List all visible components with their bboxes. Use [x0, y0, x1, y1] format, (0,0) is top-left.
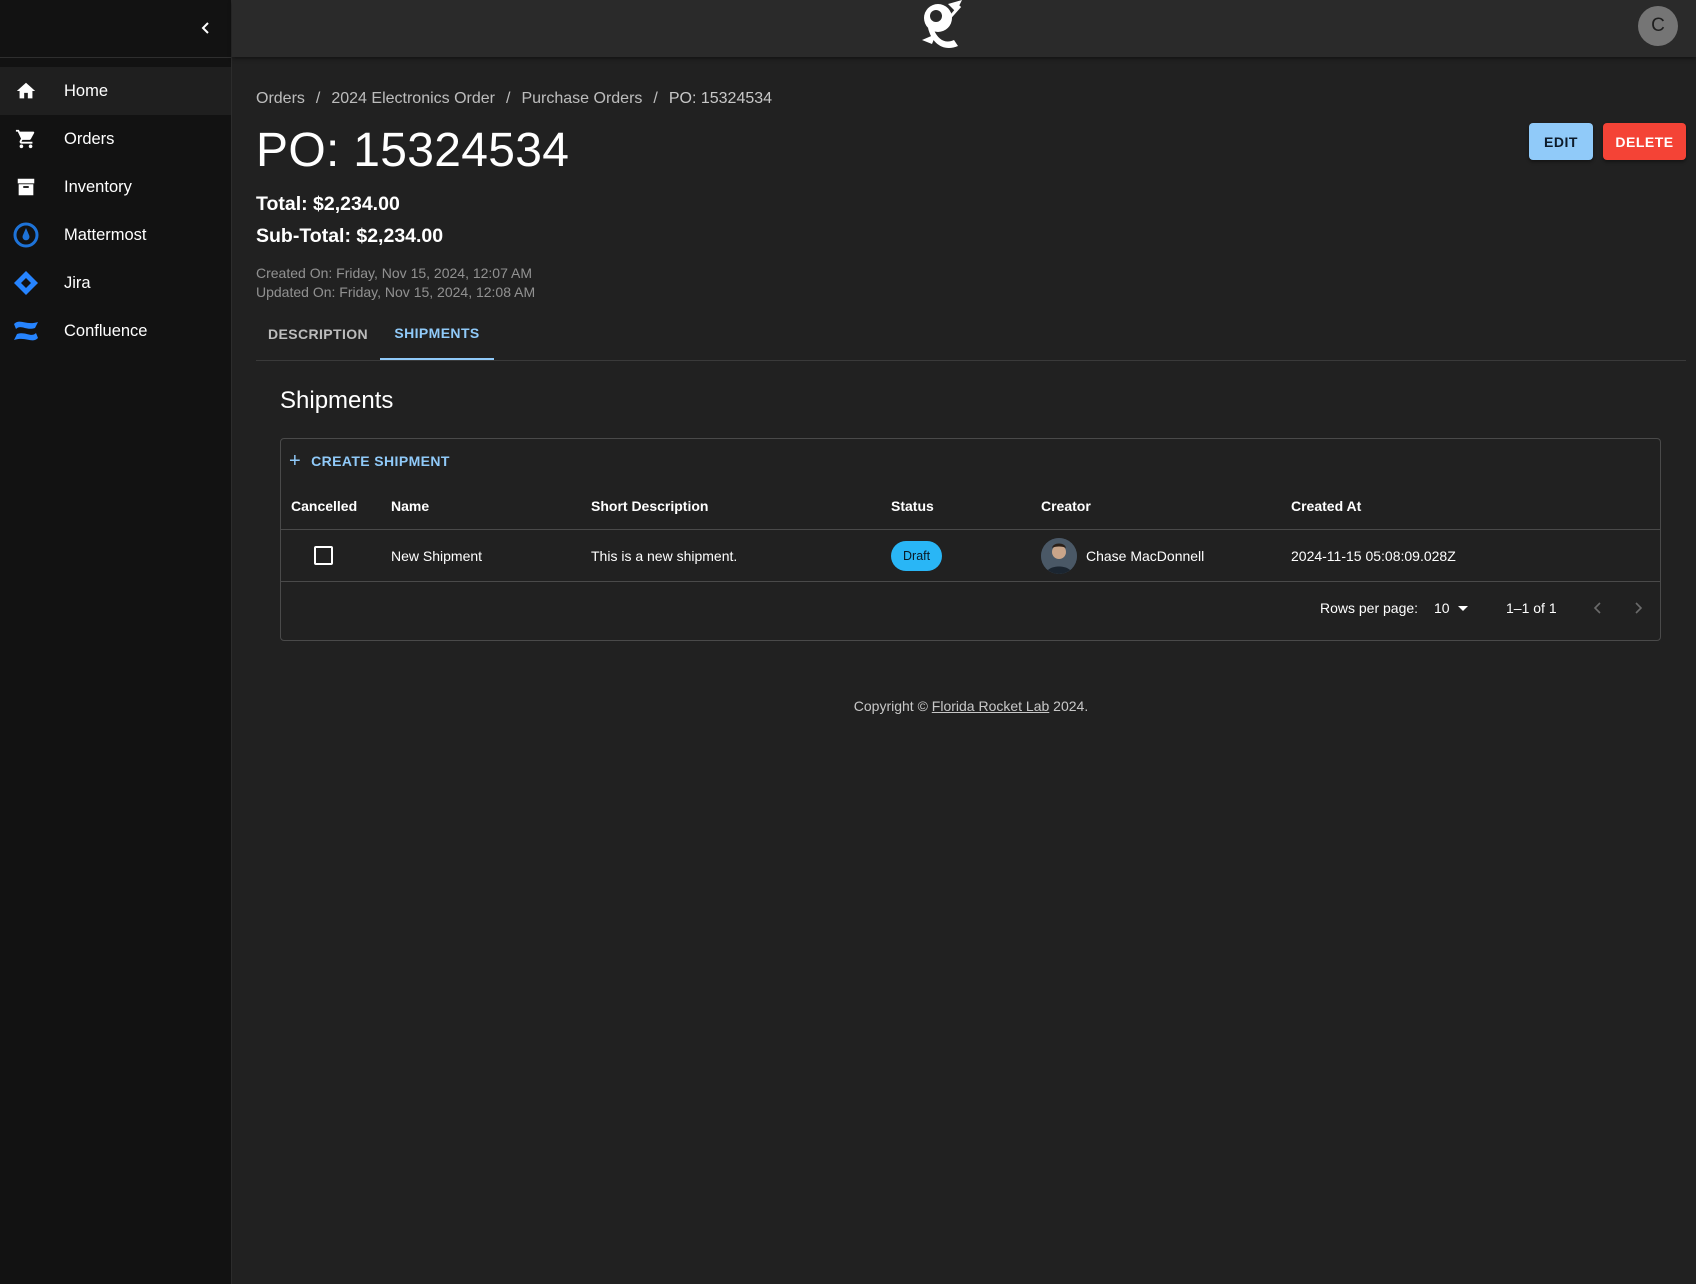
archive-icon	[6, 172, 46, 202]
breadcrumb-order[interactable]: 2024 Electronics Order	[331, 90, 495, 107]
breadcrumb-separator: /	[506, 90, 511, 107]
delete-button[interactable]: DELETE	[1603, 123, 1686, 160]
shipments-table: + CREATE SHIPMENT Cancelled Name Short D…	[280, 438, 1661, 641]
creator-name: Chase MacDonnell	[1086, 547, 1205, 564]
edit-button[interactable]: EDIT	[1529, 123, 1593, 160]
tab-shipments[interactable]: SHIPMENTS	[380, 308, 494, 360]
creator-cell: Chase MacDonnell	[1041, 530, 1204, 581]
collapse-sidebar-button[interactable]	[190, 12, 222, 44]
copyright-prefix: Copyright ©	[853, 698, 932, 714]
chevron-left-icon	[1593, 602, 1601, 614]
breadcrumb-purchase-orders[interactable]: Purchase Orders	[521, 90, 642, 107]
sidebar-item-label: Jira	[64, 273, 91, 292]
total-amount: Total: $2,234.00	[256, 193, 400, 215]
plus-icon: +	[289, 450, 302, 472]
tab-description[interactable]: DESCRIPTION	[256, 308, 380, 359]
rows-per-page-label: Rows per page:	[1320, 600, 1419, 616]
next-page-button[interactable]	[1623, 593, 1653, 623]
sidebar-item-confluence[interactable]: Confluence	[0, 307, 231, 355]
rows-per-page-select[interactable]: 10	[1434, 600, 1468, 616]
breadcrumb-separator: /	[315, 90, 321, 107]
chevron-left-icon	[201, 22, 209, 34]
cancelled-cell	[314, 530, 333, 581]
page-info: 1–1 of 1	[1506, 600, 1557, 616]
avatar	[1041, 537, 1077, 574]
cancelled-checkbox[interactable]	[314, 546, 333, 565]
sidebar-item-label: Confluence	[64, 321, 148, 340]
column-header-cancelled[interactable]: Cancelled	[291, 483, 357, 529]
breadcrumb: Orders / 2024 Electronics Order / Purchase O…	[256, 90, 772, 108]
home-icon	[6, 76, 46, 106]
cart-icon	[6, 124, 46, 154]
status-cell: Draft	[891, 530, 943, 581]
sidebar-item-orders[interactable]: Orders	[0, 115, 231, 163]
copyright-footer: Copyright © Florida Rocket Lab 2024.	[256, 698, 1686, 714]
subtotal-amount: Sub-Total: $2,234.00	[256, 225, 444, 247]
chevron-right-icon	[1635, 602, 1643, 614]
top-app-bar: C	[232, 0, 1696, 57]
rocket-lab-logo-icon[interactable]	[914, 0, 970, 54]
sidebar-item-label: Mattermost	[64, 225, 147, 244]
tabs: DESCRIPTION SHIPMENTS	[256, 308, 1686, 361]
status-badge: Draft	[891, 540, 943, 571]
sidebar: Home Orders Inventory Mattermost Jira Co…	[0, 0, 232, 1284]
florida-rocket-lab-link[interactable]: Florida Rocket Lab	[932, 698, 1050, 714]
mattermost-icon	[6, 220, 46, 250]
sidebar-item-inventory[interactable]: Inventory	[0, 163, 231, 211]
sidebar-item-label: Home	[64, 81, 109, 100]
created-at-cell: 2024-11-15 05:08:09.028Z	[1291, 547, 1456, 564]
sidebar-item-home[interactable]: Home	[0, 67, 231, 115]
breadcrumb-orders[interactable]: Orders	[256, 90, 305, 107]
rows-per-page-value: 10	[1434, 600, 1450, 616]
column-header-creator[interactable]: Creator	[1041, 483, 1091, 529]
breadcrumb-separator: /	[653, 90, 658, 107]
column-header-status[interactable]: Status	[891, 483, 934, 529]
sidebar-header	[0, 0, 231, 58]
previous-page-button[interactable]	[1583, 593, 1613, 623]
sidebar-item-mattermost[interactable]: Mattermost	[0, 211, 231, 259]
short-description-cell: This is a new shipment.	[591, 547, 738, 564]
sidebar-nav: Home Orders Inventory Mattermost Jira Co…	[0, 67, 231, 355]
table-header-row: Cancelled Name Short Description Status …	[281, 483, 1660, 530]
table-pagination: Rows per page: 10 1–1 of 1	[281, 581, 1660, 641]
breadcrumb-current: PO: 15324534	[668, 90, 773, 107]
sidebar-item-label: Orders	[64, 129, 115, 148]
column-header-name[interactable]: Name	[391, 483, 429, 529]
created-on-text: Created On: Friday, Nov 15, 2024, 12:07 …	[256, 265, 533, 281]
confluence-icon	[6, 316, 46, 346]
name-cell: New Shipment	[391, 547, 483, 564]
shipments-title: Shipments	[280, 387, 394, 414]
page-title: PO: 15324534	[256, 124, 570, 177]
column-header-short-description[interactable]: Short Description	[591, 483, 708, 529]
caret-down-icon	[1457, 605, 1468, 611]
sidebar-item-jira[interactable]: Jira	[0, 259, 231, 307]
create-shipment-button[interactable]: + CREATE SHIPMENT	[289, 449, 450, 473]
copyright-suffix: 2024.	[1049, 698, 1089, 714]
jira-icon	[6, 268, 46, 298]
create-shipment-label: CREATE SHIPMENT	[311, 453, 450, 469]
column-header-created-at[interactable]: Created At	[1291, 483, 1361, 529]
table-row[interactable]: New Shipment This is a new shipment. Dra…	[281, 530, 1660, 582]
updated-on-text: Updated On: Friday, Nov 15, 2024, 12:08 …	[256, 284, 536, 300]
sidebar-item-label: Inventory	[64, 177, 132, 196]
user-avatar-button[interactable]: C	[1638, 6, 1678, 46]
